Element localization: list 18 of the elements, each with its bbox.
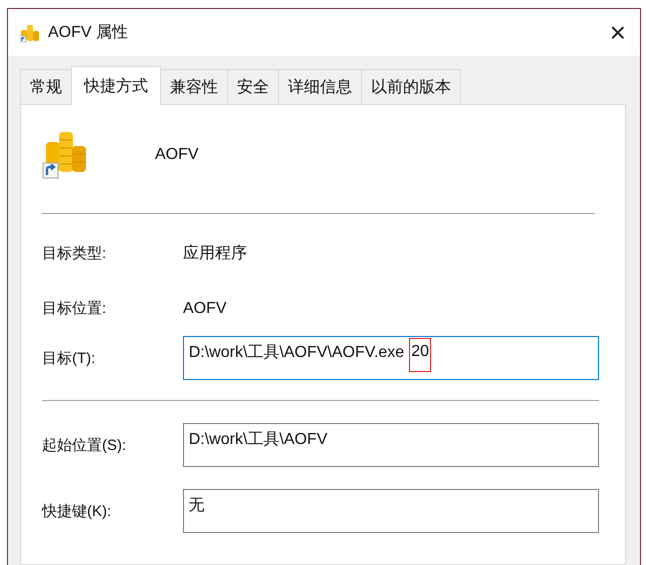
highlight-box: 20	[409, 338, 431, 372]
window-title: AOFV 属性	[48, 23, 130, 43]
close-button[interactable]: ×	[610, 18, 626, 46]
field-label: 目标类型:	[42, 244, 108, 263]
field-label: 目标(T):	[42, 348, 96, 368]
shortcut-name: AOFV	[155, 146, 199, 164]
field-label: 起始位置(S):	[42, 436, 128, 454]
input-field[interactable]: 无	[182, 489, 599, 533]
input-field[interactable]: D:\work\工具\AOFV	[182, 423, 599, 467]
tab[interactable]: 常规	[20, 69, 72, 104]
coins-icon	[20, 22, 40, 42]
field-label: 目标位置:	[42, 299, 108, 318]
property-value: AOFV	[183, 300, 227, 318]
tab[interactable]: 以前的版本	[361, 69, 461, 104]
property-value: 应用程序	[183, 244, 247, 264]
tab[interactable]: 快捷方式	[71, 66, 161, 105]
field-label: 快捷键(K):	[42, 502, 112, 520]
input-field[interactable]: D:\work\工具\AOFV\AOFV.exe 20	[182, 336, 599, 380]
